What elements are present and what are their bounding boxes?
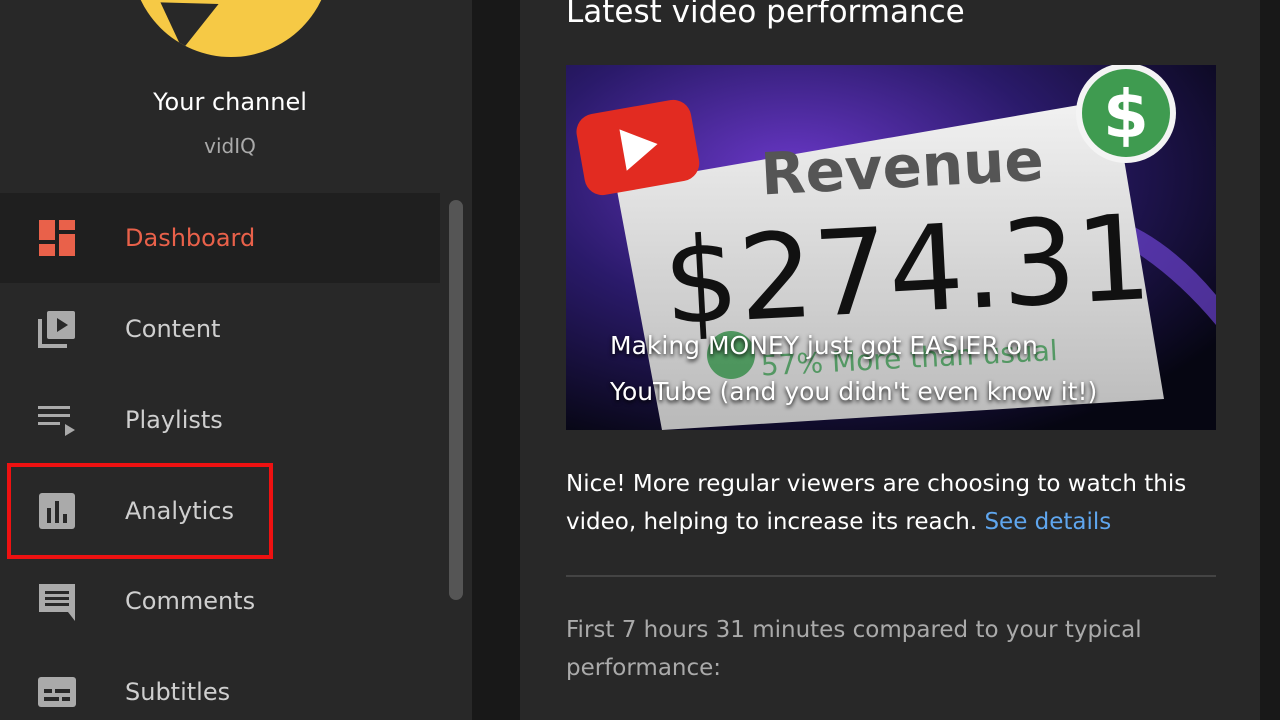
dashboard-icon bbox=[37, 218, 77, 258]
sidebar-item-comments[interactable]: Comments bbox=[0, 556, 440, 646]
sidebar-scrollbar[interactable] bbox=[449, 200, 463, 600]
sidebar-item-dashboard[interactable]: Dashboard bbox=[0, 193, 440, 283]
content-icon bbox=[37, 309, 77, 349]
analytics-icon bbox=[37, 491, 77, 531]
sidebar-item-content[interactable]: Content bbox=[0, 284, 440, 374]
video-title-line1: Making MONEY just got EASIER on bbox=[610, 331, 1038, 360]
sidebar: Your channel vidIQ Dashboard Content Pla… bbox=[0, 0, 472, 720]
channel-name: Your channel bbox=[153, 88, 307, 116]
channel-avatar[interactable] bbox=[131, 0, 331, 57]
see-details-link[interactable]: See details bbox=[984, 509, 1111, 535]
channel-handle: vidIQ bbox=[204, 134, 256, 158]
playlists-icon bbox=[37, 400, 77, 440]
video-title-line2: YouTube (and you didn't even know it!) bbox=[610, 377, 1098, 406]
sidebar-item-subtitles[interactable]: Subtitles bbox=[0, 647, 440, 720]
dashboard-main: Latest video performance Revenue $274.31 bbox=[520, 0, 1260, 720]
sidebar-item-label: Dashboard bbox=[125, 224, 256, 252]
sidebar-item-label: Subtitles bbox=[125, 678, 231, 706]
performance-comparison-note: First 7 hours 31 minutes compared to you… bbox=[566, 617, 1142, 681]
thumbnail-dollar-symbol: $ bbox=[1103, 76, 1149, 153]
subtitles-icon bbox=[37, 672, 77, 712]
sidebar-item-analytics[interactable]: Analytics bbox=[0, 466, 440, 556]
video-title-overlay: Making MONEY just got EASIER on YouTube … bbox=[610, 323, 1130, 415]
divider bbox=[566, 575, 1216, 577]
play-logo-icon bbox=[160, 0, 230, 50]
comments-icon bbox=[37, 581, 77, 621]
sidebar-item-label: Comments bbox=[125, 587, 256, 615]
video-thumbnail[interactable]: Revenue $274.31 57% More than usual $ Ma… bbox=[566, 65, 1216, 430]
sidebar-item-label: Playlists bbox=[125, 406, 223, 434]
performance-message: Nice! More regular viewers are choosing … bbox=[566, 465, 1206, 541]
section-title: Latest video performance bbox=[566, 0, 965, 30]
sidebar-item-label: Analytics bbox=[125, 497, 234, 525]
sidebar-item-label: Content bbox=[125, 315, 221, 343]
sidebar-item-playlists[interactable]: Playlists bbox=[0, 375, 440, 465]
